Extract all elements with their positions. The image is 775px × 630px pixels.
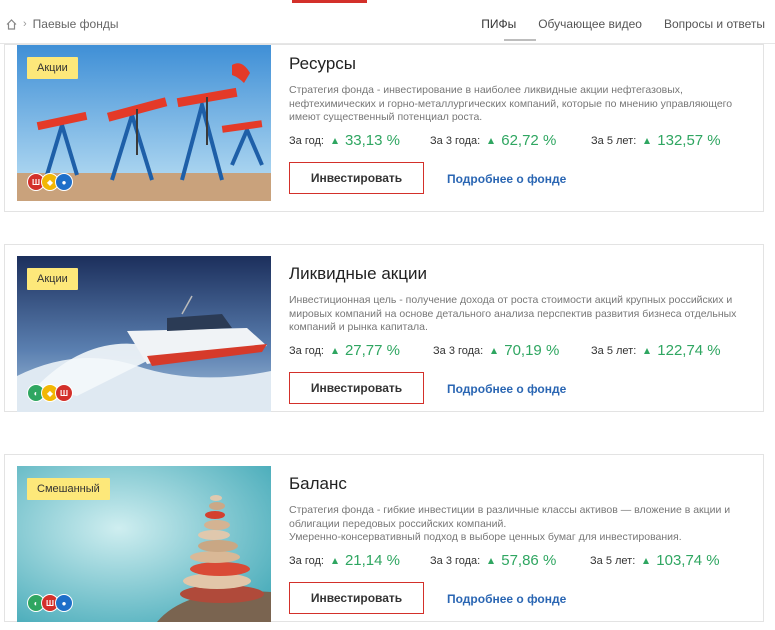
return-value: 21,14 %	[344, 552, 400, 569]
return-3y: За 3 года: 57,86 %	[430, 552, 556, 569]
fund-card-resources: Акции Ш ◆ ● Ресурсы Стратегия фонда - ин…	[4, 44, 764, 212]
fund-returns: За год: 27,77 % За 3 года: 70,19 % За 5 …	[289, 342, 759, 362]
fund-description-line: Умеренно-консервативный подход в выборе …	[289, 531, 682, 543]
return-value: 122,74 %	[657, 342, 721, 359]
fund-description: Стратегия фонда - инвестирование в наибо…	[289, 84, 733, 123]
nav-pif[interactable]: ПИФы	[481, 17, 516, 31]
return-5y: За 5 лет: 132,57 %	[591, 132, 721, 149]
fund-type-badge: Акции	[27, 57, 78, 79]
up-arrow-icon	[644, 137, 651, 144]
return-value: 132,57 %	[657, 132, 721, 149]
fund-details-link[interactable]: Подробнее о фонде	[447, 592, 566, 606]
return-value: 103,74 %	[656, 552, 720, 569]
fund-returns: За год: 21,14 % За 3 года: 57,86 % За 5 …	[289, 552, 759, 572]
up-arrow-icon	[331, 557, 338, 564]
fund-title[interactable]: Ликвидные акции	[289, 264, 427, 284]
fund-details-link[interactable]: Подробнее о фонде	[447, 382, 566, 396]
return-value: 33,13 %	[344, 132, 400, 149]
header: › Паевые фонды ПИФы Обучающее видео Вопр…	[0, 4, 775, 44]
return-1y: За год: 27,77 %	[289, 342, 400, 359]
fund-title[interactable]: Ресурсы	[289, 54, 356, 74]
fund-title[interactable]: Баланс	[289, 474, 347, 494]
return-label: За 5 лет:	[590, 554, 636, 567]
fund-description: Инвестиционная цель - получение дохода о…	[289, 294, 737, 333]
fund-returns: За год: 33,13 % За 3 года: 62,72 % За 5 …	[289, 132, 759, 152]
breadcrumb: › Паевые фонды	[6, 17, 118, 31]
fund-image-speedboat: Акции ◐ ◆ Ш	[17, 256, 271, 412]
logo-blue-icon: ●	[55, 594, 73, 612]
return-label: За год:	[289, 134, 324, 147]
nav-active-underline	[504, 39, 536, 41]
return-3y: За 3 года: 62,72 %	[430, 132, 556, 149]
fund-card-liquid-stocks: Акции ◐ ◆ Ш Ликвидные акции Инвестиционн…	[4, 244, 764, 412]
fund-details-link[interactable]: Подробнее о фонде	[447, 172, 566, 186]
chevron-right-icon: ›	[23, 18, 27, 30]
return-value: 70,19 %	[504, 342, 560, 359]
invest-button[interactable]: Инвестировать	[289, 372, 424, 404]
nav-faq[interactable]: Вопросы и ответы	[664, 17, 765, 31]
partner-logos: ◐ Ш ●	[27, 594, 73, 612]
up-arrow-icon	[491, 347, 498, 354]
return-label: За год:	[289, 344, 324, 357]
breadcrumb-current[interactable]: Паевые фонды	[33, 17, 119, 31]
return-label: За 5 лет:	[591, 344, 637, 357]
up-arrow-icon	[488, 557, 495, 564]
nav-video[interactable]: Обучающее видео	[538, 17, 642, 31]
fund-image-stone-stack: Смешанный ◐ Ш ●	[17, 466, 271, 622]
top-accent-bar	[292, 0, 367, 3]
up-arrow-icon	[643, 557, 650, 564]
return-label: За 3 года:	[430, 554, 481, 567]
fund-description: Стратегия фонда - гибкие инвестиции в ра…	[289, 504, 754, 545]
up-arrow-icon	[331, 347, 338, 354]
return-value: 62,72 %	[501, 132, 557, 149]
return-1y: За год: 21,14 %	[289, 552, 400, 569]
return-label: За 3 года:	[433, 344, 484, 357]
fund-image-oil-pumps: Акции Ш ◆ ●	[17, 45, 271, 201]
partner-logos: Ш ◆ ●	[27, 173, 73, 191]
up-arrow-icon	[331, 137, 338, 144]
return-1y: За год: 33,13 %	[289, 132, 400, 149]
home-icon[interactable]	[6, 18, 17, 30]
partner-logos: ◐ ◆ Ш	[27, 384, 73, 402]
return-label: За 5 лет:	[591, 134, 637, 147]
return-value: 27,77 %	[344, 342, 400, 359]
section-nav: ПИФы Обучающее видео Вопросы и ответы	[481, 17, 775, 31]
logo-blue-icon: ●	[55, 173, 73, 191]
return-5y: За 5 лет: 103,74 %	[590, 552, 720, 569]
return-5y: За 5 лет: 122,74 %	[591, 342, 721, 359]
return-label: За 3 года:	[430, 134, 481, 147]
return-value: 57,86 %	[501, 552, 557, 569]
logo-red-icon: Ш	[55, 384, 73, 402]
invest-button[interactable]: Инвестировать	[289, 162, 424, 194]
fund-description-line: Стратегия фонда - гибкие инвестиции в ра…	[289, 504, 731, 530]
return-label: За год:	[289, 554, 324, 567]
invest-button[interactable]: Инвестировать	[289, 582, 424, 614]
fund-card-balance: Смешанный ◐ Ш ● Баланс Стратегия фонда -…	[4, 454, 764, 622]
up-arrow-icon	[488, 137, 495, 144]
up-arrow-icon	[644, 347, 651, 354]
fund-type-badge: Смешанный	[27, 478, 110, 500]
return-3y: За 3 года: 70,19 %	[433, 342, 559, 359]
fund-type-badge: Акции	[27, 268, 78, 290]
